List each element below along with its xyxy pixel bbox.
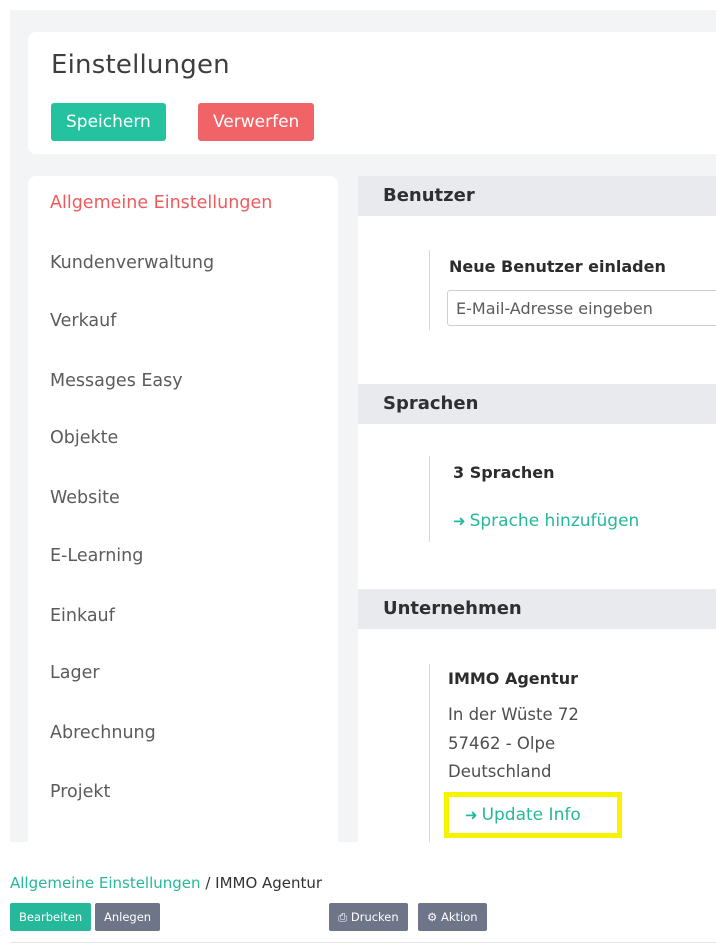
divider [10,942,716,943]
sidebar-item-lager[interactable]: Lager [50,663,100,683]
section-title-users: Benutzer [358,176,716,216]
divider [429,456,430,542]
add-language-link[interactable]: ➜ Sprache hinzufügen [453,511,639,531]
update-info-label: Update Info [481,805,581,825]
company-city: 57462 - Olpe [448,734,556,753]
sidebar-item-verkauf[interactable]: Verkauf [50,311,116,331]
settings-sidebar: Allgemeine Einstellungen Kundenverwaltun… [28,176,338,842]
divider [429,250,430,330]
company-country: Deutschland [448,762,552,781]
update-info-highlight: ➜ Update Info [444,792,622,838]
section-title-company: Unternehmen [358,589,716,629]
breadcrumb-link-settings[interactable]: Allgemeine Einstellungen [10,874,201,892]
gear-icon: ⚙ [427,910,438,924]
sidebar-item-allgemeine-einstellungen[interactable]: Allgemeine Einstellungen [50,193,272,213]
sidebar-item-objekte[interactable]: Objekte [50,428,118,448]
action-button[interactable]: ⚙ Aktion [418,903,487,931]
page-title: Einstellungen [51,50,230,80]
discard-button[interactable]: Verwerfen [198,103,315,141]
invite-email-input[interactable] [447,290,716,326]
breadcrumb-current: IMMO Agentur [215,874,323,892]
print-button[interactable]: ⎙ Drucken [329,903,408,931]
action-label: Aktion [440,910,478,924]
create-button[interactable]: Anlegen [95,903,161,931]
edit-button[interactable]: Bearbeiten [10,903,92,931]
breadcrumb: Allgemeine Einstellungen / IMMO Agentur [10,874,322,892]
invite-users-label: Neue Benutzer einladen [449,257,666,276]
sidebar-item-website[interactable]: Website [50,488,120,508]
sidebar-item-projekt[interactable]: Projekt [50,782,110,802]
sidebar-item-messages-easy[interactable]: Messages Easy [50,371,183,391]
settings-header: Einstellungen Speichern Verwerfen [28,32,716,154]
sidebar-item-abrechnung[interactable]: Abrechnung [50,723,156,743]
print-label: Drucken [350,910,399,924]
company-street: In der Wüste 72 [448,705,579,724]
sidebar-item-e-learning[interactable]: E-Learning [50,546,143,566]
arrow-right-icon: ➜ [453,512,466,530]
settings-content: Benutzer Neue Benutzer einladen Sprachen… [358,176,716,842]
sidebar-item-einkauf[interactable]: Einkauf [50,606,115,626]
save-button[interactable]: Speichern [51,103,166,141]
section-title-languages: Sprachen [358,384,716,424]
breadcrumb-separator: / [200,874,216,892]
divider [429,664,430,842]
update-info-link[interactable]: ➜ Update Info [465,805,581,825]
printer-icon: ⎙ [338,910,348,924]
languages-count: 3 Sprachen [453,463,555,482]
sidebar-item-kundenverwaltung[interactable]: Kundenverwaltung [50,253,214,273]
arrow-right-icon: ➜ [465,806,478,824]
add-language-label: Sprache hinzufügen [469,511,640,531]
company-name: IMMO Agentur [448,669,578,688]
